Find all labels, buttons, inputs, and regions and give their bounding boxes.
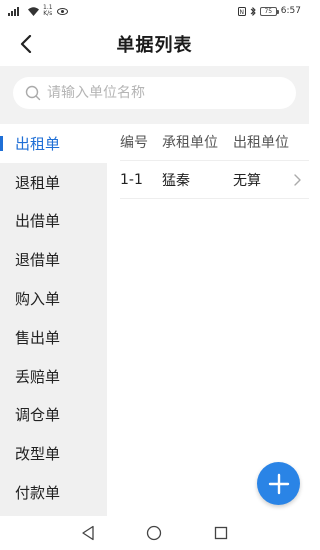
sidebar-item-loss-compensation[interactable]: 丢赔单	[0, 357, 107, 396]
cell-renter: 猛秦	[162, 172, 190, 189]
back-button[interactable]	[12, 30, 40, 58]
cell-lessor: 无算	[233, 172, 261, 189]
clock: 6:57	[280, 6, 301, 16]
signal-icon	[8, 6, 19, 16]
sidebar-item-label: 调仓单	[15, 406, 61, 425]
nav-recent-button[interactable]	[212, 524, 230, 542]
square-recent-icon	[214, 526, 227, 540]
nav-back-button[interactable]	[79, 524, 97, 542]
circle-home-icon	[147, 525, 162, 541]
sidebar-item-sale[interactable]: 售出单	[0, 318, 107, 357]
sidebar-item-label: 退租单	[15, 173, 61, 192]
eye-icon	[56, 7, 68, 15]
search-input[interactable]	[47, 85, 277, 101]
search-box[interactable]	[13, 77, 296, 109]
sidebar-item-lend-out[interactable]: 出借单	[0, 202, 107, 241]
sidebar-item-purchase[interactable]: 购入单	[0, 279, 107, 318]
search-area	[0, 66, 309, 124]
bluetooth-icon	[250, 6, 256, 16]
triangle-back-icon	[82, 525, 94, 541]
cell-id: 1-1	[120, 171, 143, 188]
table-header: 编号 承租单位 出租单位	[120, 124, 309, 161]
sidebar-item-label: 出租单	[15, 134, 61, 153]
back-arrow-icon	[20, 35, 32, 53]
sidebar-item-label: 售出单	[15, 328, 61, 347]
nfc-icon: N	[237, 6, 246, 16]
status-right: N 75 6:57	[237, 6, 301, 16]
column-header-lessor: 出租单位	[233, 135, 289, 151]
add-document-button[interactable]	[257, 462, 300, 505]
sidebar-item-lend-return[interactable]: 退借单	[0, 240, 107, 279]
plus-icon	[268, 473, 289, 494]
sidebar-item-payment[interactable]: 付款单	[0, 473, 107, 512]
nav-home-button[interactable]	[145, 524, 163, 542]
svg-text:N: N	[239, 9, 244, 16]
battery-icon: 75	[259, 6, 279, 16]
wifi-icon	[28, 6, 39, 16]
page-title: 单据列表	[116, 35, 193, 56]
sidebar-item-rent-out[interactable]: 出租单	[0, 124, 107, 163]
net-speed: 1.1 K/s	[43, 4, 53, 17]
sidebar-item-label: 出借单	[15, 212, 61, 231]
sidebar-item-label: 付款单	[15, 484, 61, 503]
sidebar-item-rent-return[interactable]: 退租单	[0, 163, 107, 202]
search-icon	[25, 85, 41, 101]
system-nav-bar	[0, 516, 309, 550]
sidebar-item-label: 购入单	[15, 290, 61, 309]
title-bar: 单据列表	[0, 22, 309, 66]
sidebar: 出租单 退租单 出借单 退借单 购入单 售出单 丢赔单 调仓单 改型单 付款单	[0, 124, 107, 516]
status-left: 1.1 K/s	[8, 5, 68, 17]
status-bar: 1.1 K/s N 75 6:57	[0, 0, 309, 22]
sidebar-item-label: 退借单	[15, 251, 61, 270]
column-header-renter: 承租单位	[162, 135, 218, 151]
sidebar-item-model-change[interactable]: 改型单	[0, 434, 107, 473]
document-list: 编号 承租单位 出租单位 1-1 猛秦 无算	[107, 124, 309, 516]
sidebar-item-label: 改型单	[15, 445, 61, 464]
table-row[interactable]: 1-1 猛秦 无算	[120, 161, 309, 199]
column-header-id: 编号	[120, 135, 148, 151]
sidebar-item-label: 丢赔单	[15, 367, 61, 386]
chevron-right-icon	[294, 174, 301, 186]
sidebar-item-warehouse-transfer[interactable]: 调仓单	[0, 396, 107, 435]
